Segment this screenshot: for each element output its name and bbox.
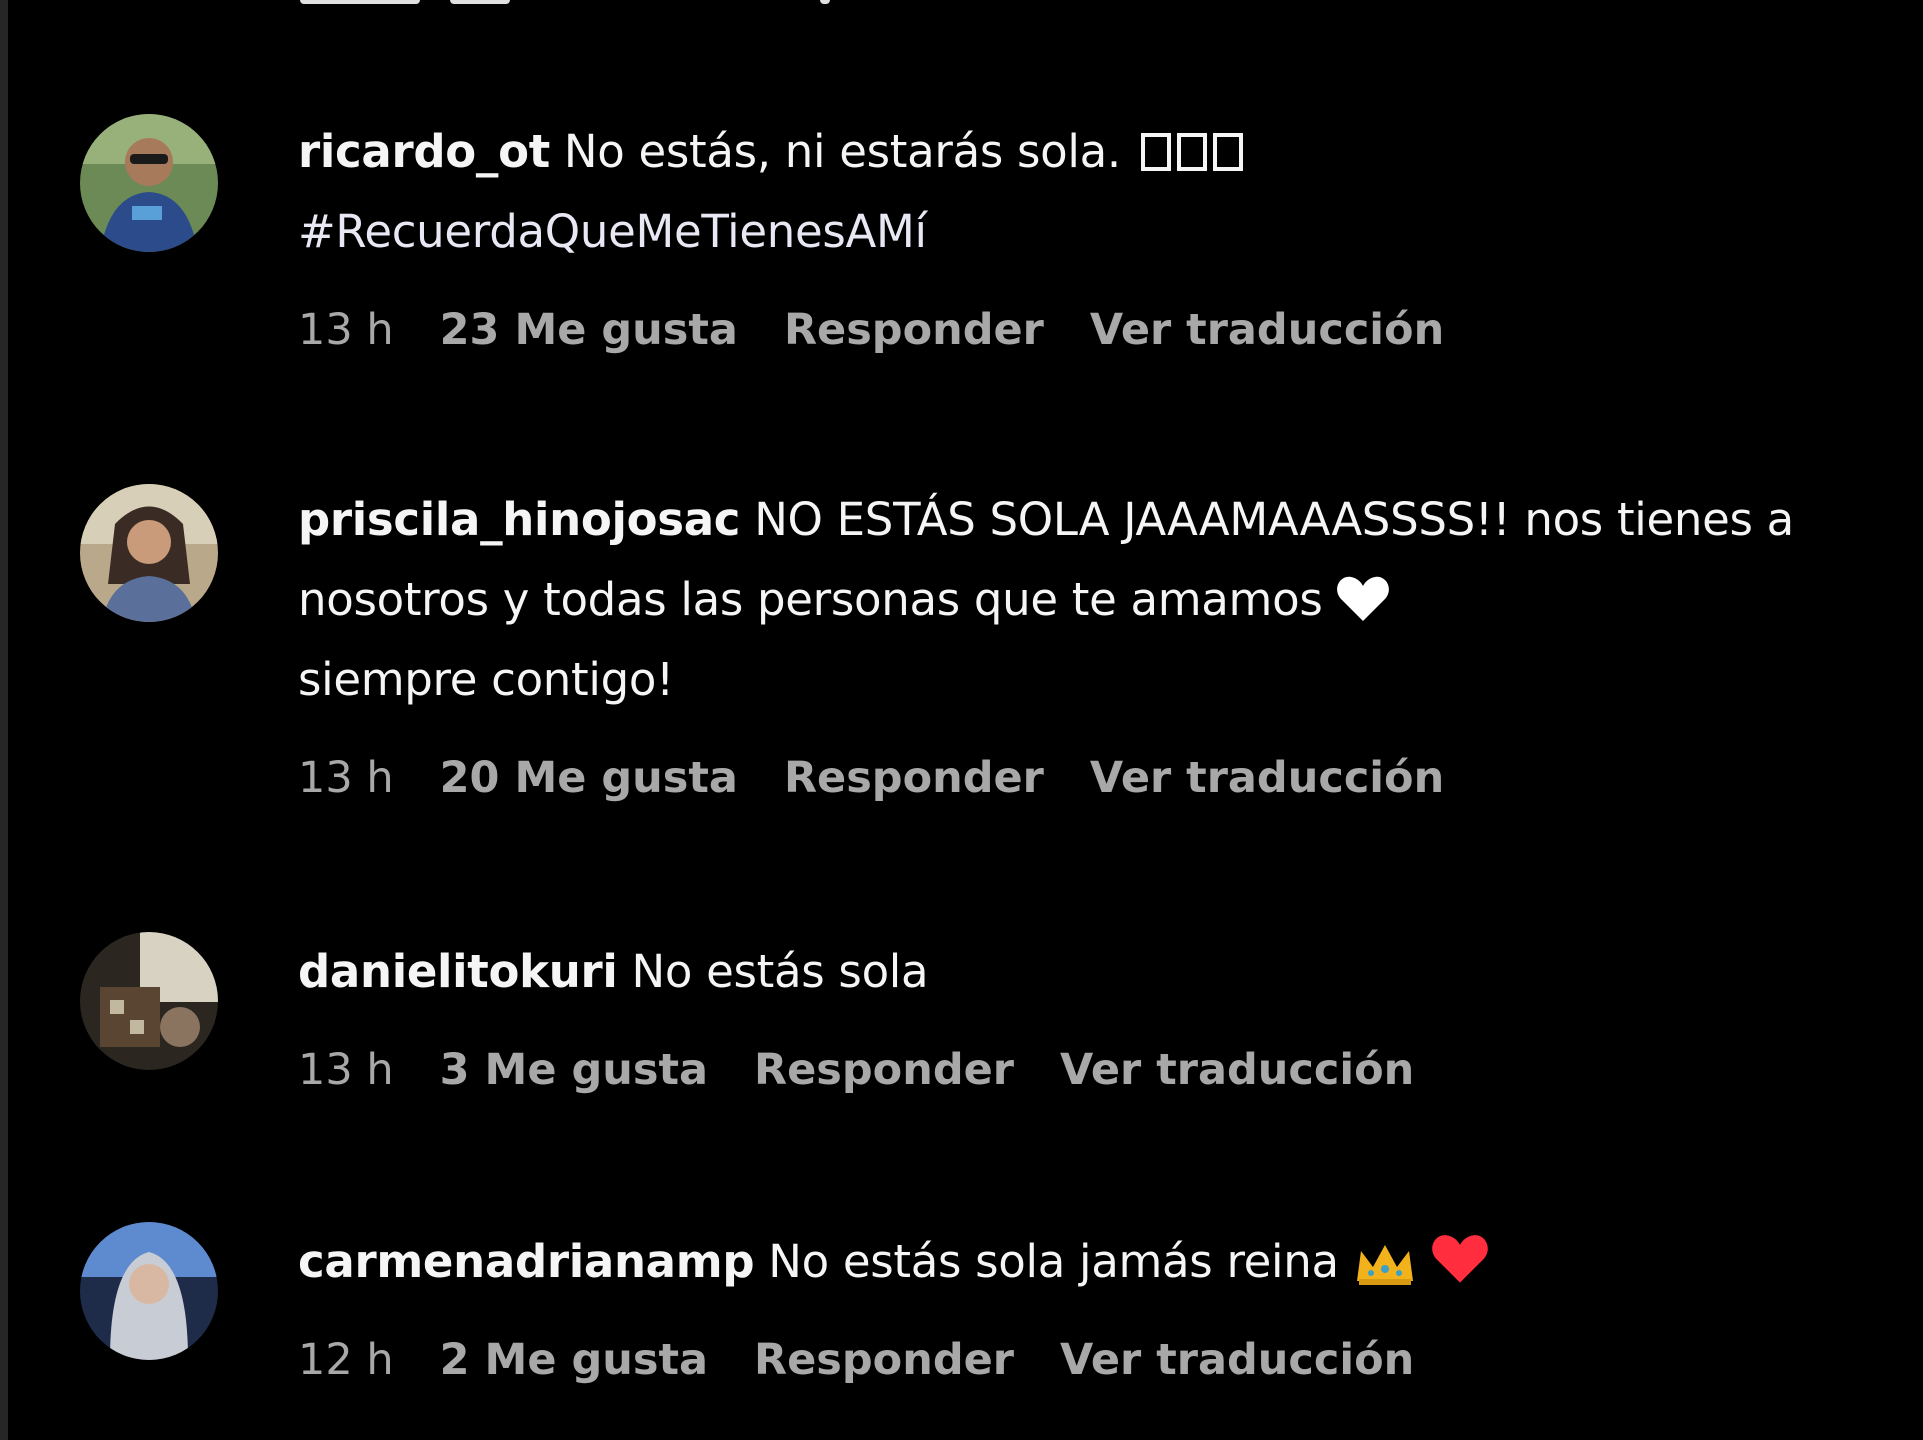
comment-time[interactable]: 13 h — [298, 305, 394, 355]
translate-button[interactable]: Ver traducción — [1060, 1335, 1414, 1385]
avatar[interactable] — [80, 114, 218, 252]
comment-text: No estás, ni estarás sola. — [563, 125, 1121, 178]
comment-time[interactable]: 13 h — [298, 753, 394, 803]
comment-meta: 12 h 2 Me gusta Responder Ver traducción — [298, 1330, 1878, 1390]
comment-text: No estás sola — [631, 945, 929, 998]
avatar[interactable] — [80, 932, 218, 1070]
white-heart-icon — [1337, 576, 1390, 621]
comment-meta: 13 h 3 Me gusta Responder Ver traducción — [298, 1040, 1878, 1100]
likes-count[interactable]: 3 Me gusta — [440, 1045, 708, 1095]
reply-button[interactable]: Responder — [754, 1045, 1014, 1095]
translate-button[interactable]: Ver traducción — [1090, 305, 1444, 355]
comment-time[interactable]: 13 h — [298, 1045, 394, 1095]
reply-button[interactable]: Responder — [784, 305, 1044, 355]
comment-text: No estás sola jamás reina — [768, 1235, 1339, 1288]
crown-icon — [1356, 1245, 1413, 1285]
comment-meta: 13 h 20 Me gusta Responder Ver traducción — [298, 748, 1878, 808]
reply-button[interactable]: Responder — [754, 1335, 1014, 1385]
likes-count[interactable]: 20 Me gusta — [440, 753, 738, 803]
red-heart-icon — [1431, 1235, 1488, 1283]
likes-count[interactable]: 2 Me gusta — [440, 1335, 708, 1385]
comment-time[interactable]: 12 h — [298, 1335, 394, 1385]
translate-button[interactable]: Ver traducción — [1090, 753, 1444, 803]
translate-button[interactable]: Ver traducción — [1060, 1045, 1414, 1095]
clipped-text-fragment — [300, 0, 840, 8]
panel-border — [0, 0, 8, 1440]
avatar[interactable] — [80, 1222, 218, 1360]
comment-username[interactable]: ricardo_ot — [298, 125, 550, 178]
missing-glyph-icon — [1135, 125, 1243, 178]
comment-meta: 13 h 23 Me gusta Responder Ver traducción — [298, 300, 1878, 360]
comment-hashtag[interactable]: #RecuerdaQueMeTienesAMí — [298, 205, 927, 258]
comment-username[interactable]: carmenadrianamp — [298, 1235, 755, 1288]
reply-button[interactable]: Responder — [784, 753, 1044, 803]
comment-username[interactable]: priscila_hinojosac — [298, 493, 740, 546]
avatar[interactable] — [80, 484, 218, 622]
comment-text-end: siempre contigo! — [298, 653, 674, 706]
comment-username[interactable]: danielitokuri — [298, 945, 618, 998]
likes-count[interactable]: 23 Me gusta — [440, 305, 738, 355]
